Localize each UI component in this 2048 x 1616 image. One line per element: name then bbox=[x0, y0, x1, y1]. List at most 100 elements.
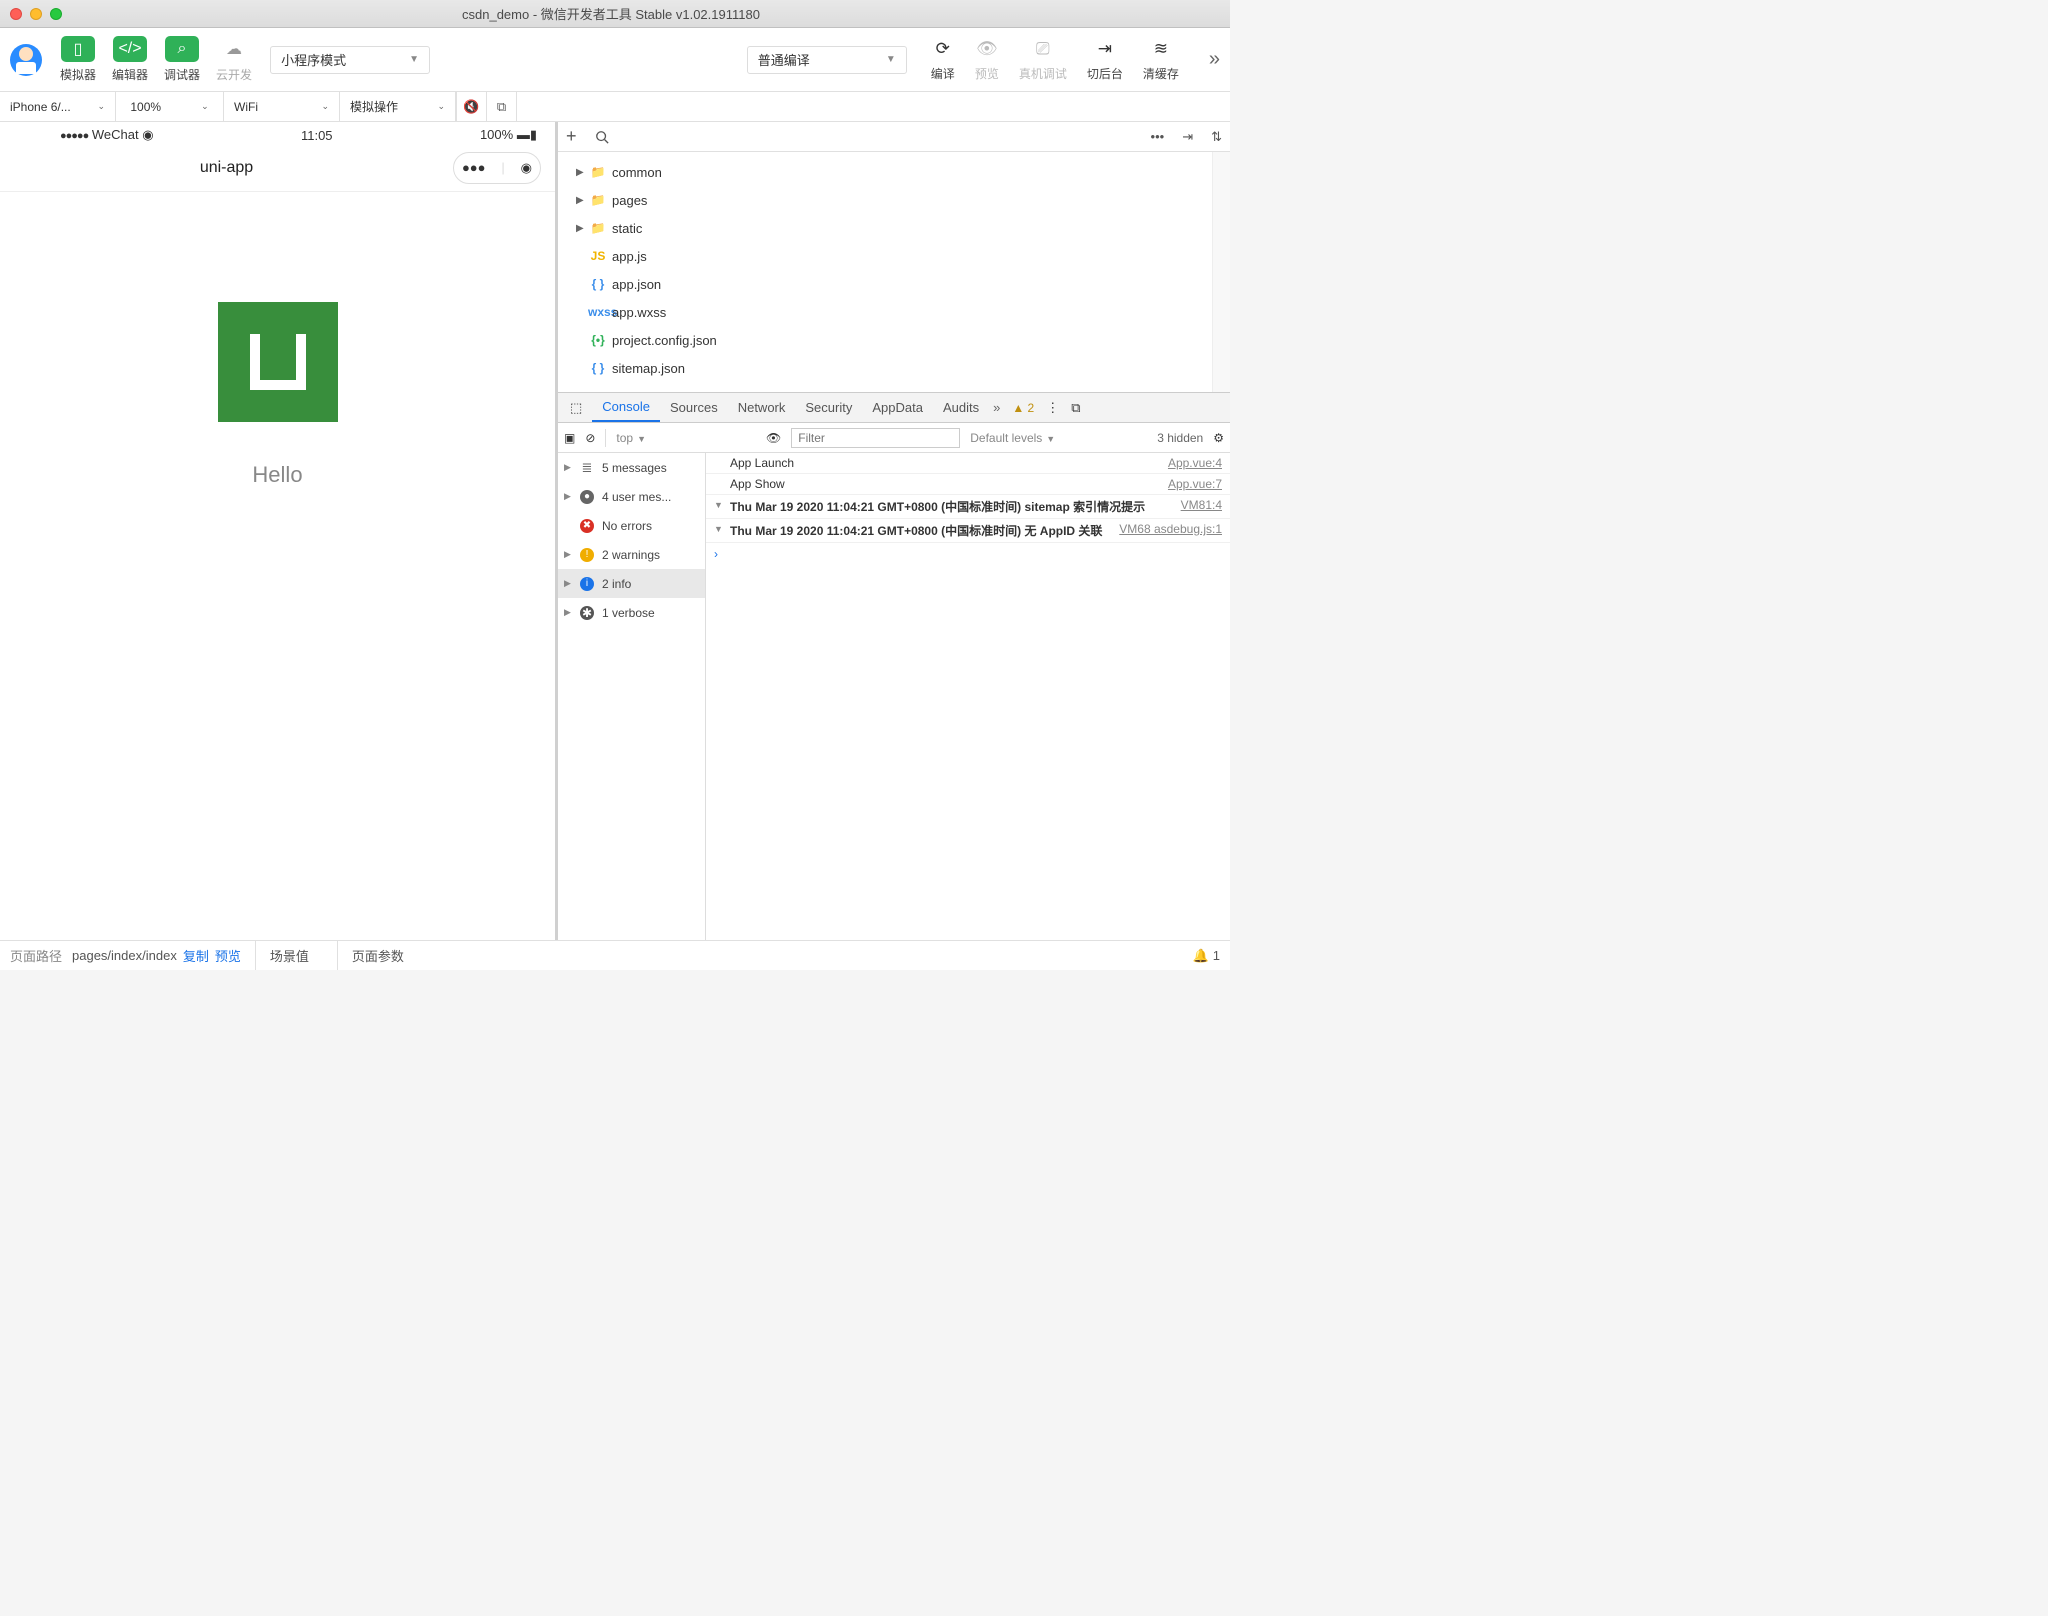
file-app.wxss[interactable]: wxssapp.wxss bbox=[558, 298, 1212, 326]
traffic-lights bbox=[10, 8, 62, 20]
sidebar-item[interactable]: ▶●4 user mes... bbox=[558, 482, 705, 511]
folder-pages[interactable]: ▶📁pages bbox=[558, 186, 1212, 214]
editor-toggle[interactable]: </> 编辑器 bbox=[108, 34, 152, 85]
preview-button[interactable]: 👁 预览 bbox=[975, 37, 999, 82]
sidebar-item[interactable]: ▶≣5 messages bbox=[558, 453, 705, 482]
tab-console[interactable]: Console bbox=[592, 393, 660, 422]
log-row[interactable]: ▼Thu Mar 19 2020 11:04:21 GMT+0800 (中国标准… bbox=[706, 519, 1230, 543]
notification-count: 1 bbox=[1213, 948, 1220, 963]
page-path: pages/index/index bbox=[72, 948, 177, 963]
log-row[interactable]: App LaunchApp.vue:4 bbox=[706, 453, 1230, 474]
params-label[interactable]: 页面参数 bbox=[337, 941, 418, 970]
copy-link[interactable]: 复制 bbox=[183, 946, 209, 965]
debugger-toggle[interactable]: ⌕ 调试器 bbox=[160, 34, 204, 85]
eye-icon: 👁 bbox=[976, 37, 998, 61]
zoom-select[interactable]: 100%⌄ bbox=[116, 92, 224, 121]
context-select[interactable]: top▼ bbox=[616, 431, 646, 445]
console-sidebar: ▶≣5 messages▶●4 user mes...✖No errors▶!2… bbox=[558, 453, 706, 940]
sim-action-select[interactable]: 模拟操作⌄ bbox=[340, 92, 456, 121]
clear-cache-button[interactable]: ≋ 清缓存 bbox=[1143, 37, 1179, 82]
minimap[interactable] bbox=[1212, 152, 1230, 392]
compile-button[interactable]: ⟳ 编译 bbox=[931, 37, 955, 82]
chevron-down-icon: ▼ bbox=[886, 54, 896, 65]
tab-sources[interactable]: Sources bbox=[660, 393, 728, 422]
phone-debug-icon: ⎚ bbox=[1036, 37, 1050, 61]
sidebar-item[interactable]: ✖No errors bbox=[558, 511, 705, 540]
folder-common[interactable]: ▶📁common bbox=[558, 158, 1212, 186]
more-horizontal-icon[interactable]: ••• bbox=[1151, 129, 1165, 144]
sidebar-item[interactable]: ▶i2 info bbox=[558, 569, 705, 598]
user-avatar[interactable] bbox=[10, 44, 42, 76]
cloud-dev-toggle[interactable]: ☁ 云开发 bbox=[212, 34, 256, 85]
more-icon[interactable]: » bbox=[1209, 48, 1220, 71]
scene-label[interactable]: 场景值 bbox=[255, 941, 323, 970]
layers-icon: ≋ bbox=[1154, 37, 1168, 61]
preview-link[interactable]: 预览 bbox=[215, 946, 241, 965]
refresh-icon: ⟳ bbox=[936, 37, 950, 61]
warning-badge[interactable]: ▲ 2 bbox=[1012, 401, 1034, 415]
inspect-icon[interactable]: ⬚ bbox=[564, 400, 588, 416]
simulator-toggle[interactable]: ▯ 模拟器 bbox=[56, 34, 100, 85]
search-icon[interactable] bbox=[595, 130, 609, 144]
tab-network[interactable]: Network bbox=[728, 393, 796, 422]
console-filter-bar: ▣ ⊘ top▼ 👁 Default levels▼ 3 hidden ⚙ bbox=[558, 423, 1230, 453]
sidebar-toggle-icon[interactable]: ▣ bbox=[564, 431, 575, 445]
indent-icon[interactable]: ⇥ bbox=[1182, 129, 1193, 145]
minimize-icon[interactable] bbox=[30, 8, 42, 20]
clear-icon[interactable]: ⊘ bbox=[585, 431, 595, 445]
tab-security[interactable]: Security bbox=[795, 393, 862, 422]
background-button[interactable]: ⇥ 切后台 bbox=[1087, 37, 1123, 82]
tab-appdata[interactable]: AppData bbox=[862, 393, 933, 422]
file-app.json[interactable]: { }app.json bbox=[558, 270, 1212, 298]
sort-icon[interactable]: ⇅ bbox=[1211, 129, 1222, 145]
dock-icon[interactable]: ⧉ bbox=[486, 92, 516, 121]
more-horizontal-icon[interactable]: ●●● bbox=[462, 160, 486, 175]
target-icon[interactable]: ◉ bbox=[521, 160, 532, 176]
file-sitemap.json[interactable]: { }sitemap.json bbox=[558, 354, 1212, 382]
add-icon[interactable]: + bbox=[566, 126, 577, 147]
network-select[interactable]: WiFi⌄ bbox=[224, 92, 340, 121]
secondary-toolbar: iPhone 6/...⌄ 100%⌄ WiFi⌄ 模拟操作⌄ 🔇 ⧉ bbox=[0, 92, 1230, 122]
file-tree: ▶📁common▶📁pages▶📁staticJSapp.js{ }app.js… bbox=[558, 152, 1230, 392]
footer-bar: 页面路径 pages/index/index 复制 预览 场景值 页面参数 🔔 … bbox=[0, 940, 1230, 970]
levels-select[interactable]: Default levels▼ bbox=[970, 431, 1055, 445]
eye-icon[interactable]: 👁 bbox=[766, 431, 781, 445]
sidebar-item[interactable]: ▶!2 warnings bbox=[558, 540, 705, 569]
battery-icon: ▬▮ bbox=[517, 127, 537, 142]
chevron-down-icon: ▼ bbox=[409, 54, 419, 65]
menu-vertical-icon[interactable]: ⋮ bbox=[1046, 400, 1059, 416]
window-title: csdn_demo - 微信开发者工具 Stable v1.02.1911180 bbox=[62, 4, 1160, 23]
maximize-icon[interactable] bbox=[50, 8, 62, 20]
compile-mode-select[interactable]: 普通编译▼ bbox=[747, 46, 907, 74]
sim-capsule[interactable]: ●●● | ◉ bbox=[453, 152, 541, 184]
log-row[interactable]: ▼Thu Mar 19 2020 11:04:21 GMT+0800 (中国标准… bbox=[706, 495, 1230, 519]
sim-app-title: uni-app bbox=[0, 159, 453, 177]
tab-audits[interactable]: Audits bbox=[933, 393, 989, 422]
sim-body: Hello bbox=[0, 192, 555, 940]
dock-icon[interactable]: ⧉ bbox=[1071, 400, 1080, 416]
cloud-icon: ☁ bbox=[217, 36, 251, 62]
sim-status-bar: ●●●●● WeChat ◉ 11:05 100% ▬▮ bbox=[0, 122, 555, 144]
file-app.js[interactable]: JSapp.js bbox=[558, 242, 1212, 270]
bell-icon[interactable]: 🔔 bbox=[1193, 948, 1209, 964]
app-logo bbox=[218, 302, 338, 422]
filter-input[interactable] bbox=[791, 428, 960, 448]
close-icon[interactable] bbox=[10, 8, 22, 20]
log-row[interactable]: App ShowApp.vue:7 bbox=[706, 474, 1230, 495]
mute-icon[interactable]: 🔇 bbox=[456, 92, 486, 121]
file-project.config.json[interactable]: {•}project.config.json bbox=[558, 326, 1212, 354]
sidebar-item[interactable]: ▶✱1 verbose bbox=[558, 598, 705, 627]
folder-static[interactable]: ▶📁static bbox=[558, 214, 1212, 242]
console-log: App LaunchApp.vue:4App ShowApp.vue:7▼Thu… bbox=[706, 453, 1230, 940]
devtools-tabs: ⬚ ConsoleSourcesNetworkSecurityAppDataAu… bbox=[558, 393, 1230, 423]
remote-debug-button[interactable]: ⎚ 真机调试 bbox=[1019, 37, 1067, 82]
device-select[interactable]: iPhone 6/...⌄ bbox=[0, 92, 116, 121]
tabs-overflow-icon[interactable]: » bbox=[993, 400, 1000, 415]
titlebar: csdn_demo - 微信开发者工具 Stable v1.02.1911180 bbox=[0, 0, 1230, 28]
console-prompt[interactable]: › bbox=[706, 543, 1230, 565]
wifi-icon: ◉ bbox=[142, 127, 153, 142]
mode-select[interactable]: 小程序模式▼ bbox=[270, 46, 430, 74]
phone-icon: ▯ bbox=[61, 36, 95, 62]
hello-text: Hello bbox=[252, 462, 302, 488]
gear-icon[interactable]: ⚙ bbox=[1213, 431, 1224, 445]
